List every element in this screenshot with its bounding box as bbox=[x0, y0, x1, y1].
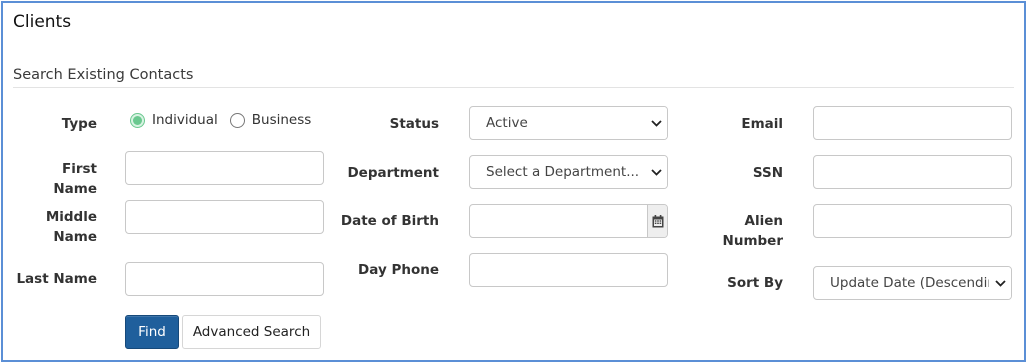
section-title: Search Existing Contacts bbox=[13, 67, 194, 83]
alien-number-label: Alien Number bbox=[703, 211, 783, 251]
department-value: Select a Department... bbox=[486, 164, 640, 180]
middle-name-label-line1: Middle bbox=[45, 209, 97, 225]
middle-name-label: Middle Name bbox=[15, 207, 97, 247]
middle-name-label-line2: Name bbox=[53, 229, 97, 245]
type-business-radio[interactable]: Business bbox=[229, 112, 312, 128]
sort-by-select[interactable]: Update Date (Descending) bbox=[813, 266, 1012, 300]
type-individual-label: Individual bbox=[152, 112, 218, 128]
status-value: Active bbox=[486, 115, 528, 131]
advanced-search-button[interactable]: Advanced Search bbox=[182, 315, 321, 349]
status-select[interactable]: Active bbox=[469, 106, 668, 140]
last-name-label: Last Name bbox=[16, 271, 97, 287]
first-name-input[interactable] bbox=[125, 151, 324, 185]
page-title: Clients bbox=[13, 12, 72, 32]
sort-by-label: Sort By bbox=[727, 275, 783, 291]
last-name-input[interactable] bbox=[125, 262, 324, 296]
radio-unchecked-icon bbox=[229, 112, 245, 128]
section-divider bbox=[13, 87, 1014, 88]
middle-name-input[interactable] bbox=[125, 200, 324, 234]
department-label: Department bbox=[347, 165, 439, 181]
type-label: Type bbox=[61, 116, 97, 132]
email-label: Email bbox=[741, 116, 783, 132]
chevron-down-icon bbox=[645, 107, 667, 139]
radio-checked-icon bbox=[130, 112, 145, 128]
sort-by-value: Update Date (Descending) bbox=[830, 275, 989, 291]
dob-picker bbox=[469, 204, 668, 238]
calendar-icon bbox=[652, 214, 663, 227]
find-button[interactable]: Find bbox=[125, 315, 179, 349]
clients-panel: Clients Search Existing Contacts Type In… bbox=[1, 1, 1026, 362]
alien-number-label-line2: Number bbox=[722, 233, 783, 249]
alien-number-label-line1: Alien bbox=[744, 213, 783, 229]
ssn-label: SSN bbox=[752, 165, 783, 181]
type-business-label: Business bbox=[251, 112, 312, 128]
calendar-button[interactable] bbox=[647, 205, 667, 237]
status-label: Status bbox=[389, 116, 439, 132]
first-name-label: First Name bbox=[53, 161, 97, 197]
day-phone-label: Day Phone bbox=[358, 262, 439, 278]
ssn-input[interactable] bbox=[813, 155, 1012, 189]
chevron-down-icon bbox=[989, 267, 1011, 299]
type-individual-radio[interactable]: Individual bbox=[130, 112, 218, 128]
email-input[interactable] bbox=[813, 106, 1012, 140]
type-radio-group: Individual Business bbox=[130, 112, 323, 128]
chevron-down-icon bbox=[645, 156, 667, 188]
dob-input[interactable] bbox=[470, 205, 647, 237]
alien-number-input[interactable] bbox=[813, 204, 1012, 238]
dob-label: Date of Birth bbox=[340, 213, 439, 229]
department-select[interactable]: Select a Department... bbox=[469, 155, 668, 189]
day-phone-input[interactable] bbox=[469, 253, 668, 287]
